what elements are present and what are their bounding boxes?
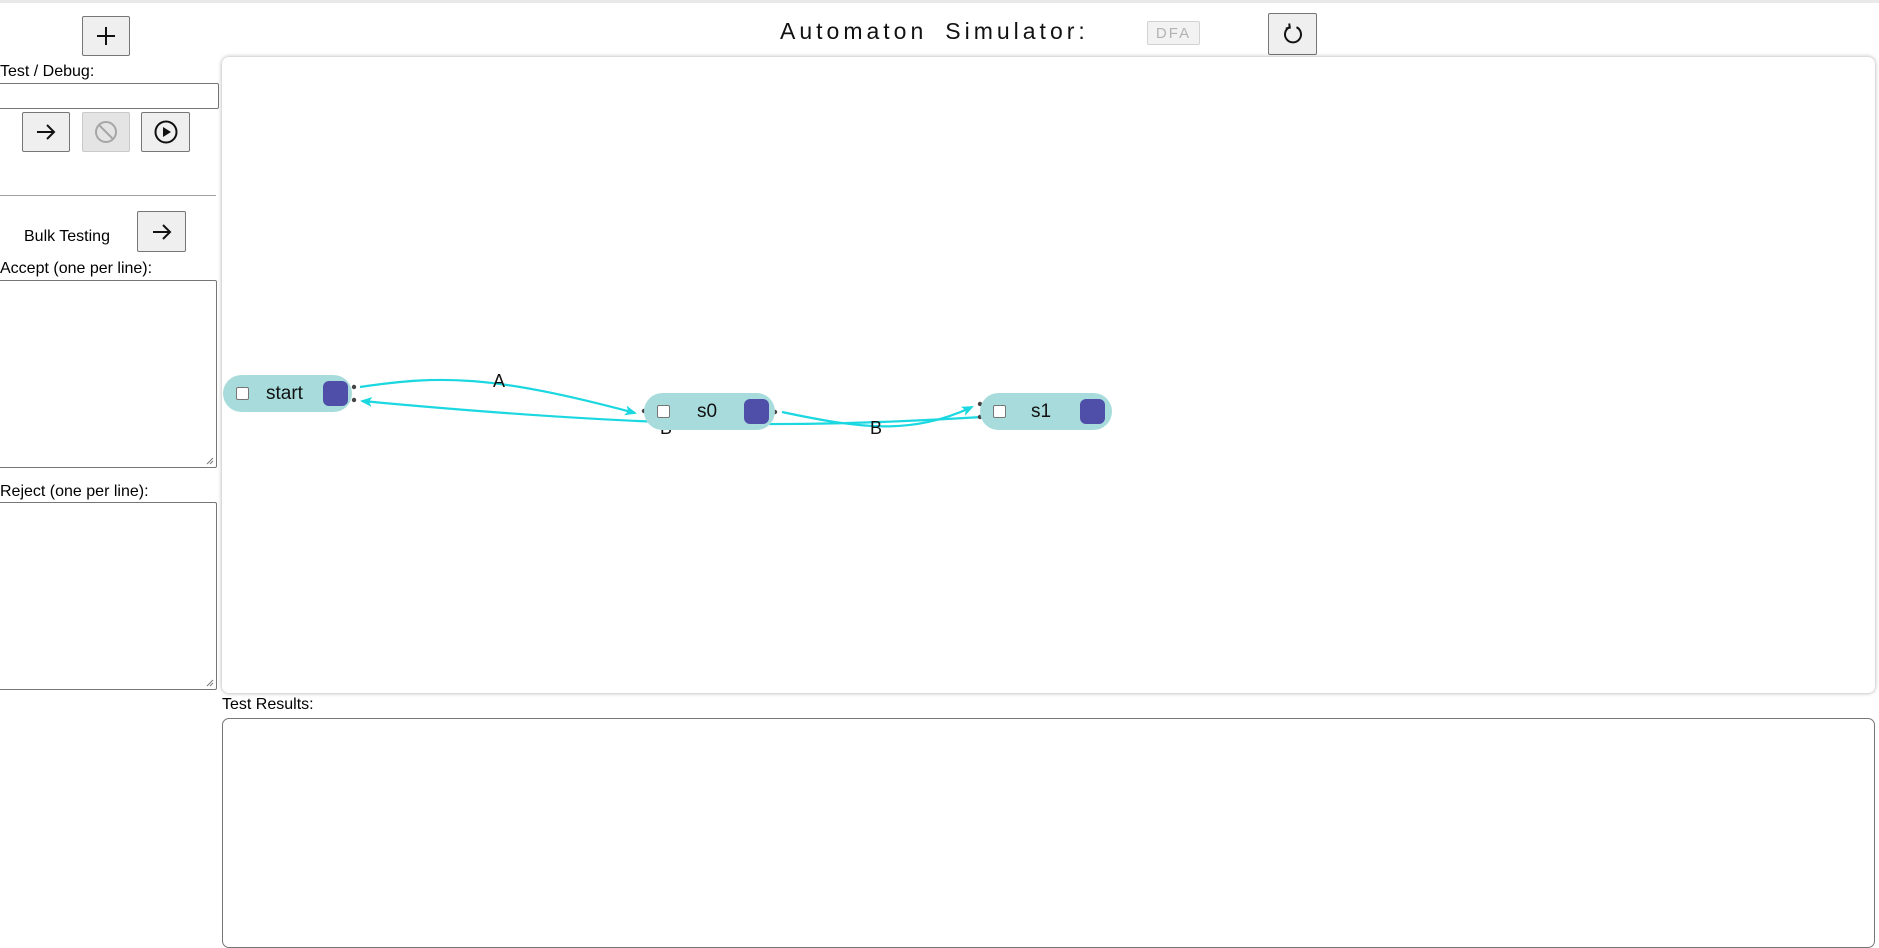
accepting-toggle[interactable] <box>323 381 348 406</box>
accept-textarea[interactable] <box>0 280 217 468</box>
state-node-s1[interactable]: s1 <box>980 393 1112 430</box>
state-name: s0 <box>697 401 718 422</box>
play-button[interactable] <box>141 112 190 152</box>
test-results-label: Test Results: <box>222 696 314 713</box>
arrow-right-icon <box>37 124 56 140</box>
resize-grip-icon[interactable] <box>204 677 214 687</box>
title-word-automaton: Automaton <box>780 18 928 44</box>
cancel-icon <box>95 121 117 143</box>
accepting-toggle[interactable] <box>744 399 769 424</box>
initial-state-checkbox[interactable] <box>993 405 1006 418</box>
reject-label: Reject (one per line): <box>0 483 149 500</box>
arrow-right-icon <box>152 223 171 240</box>
refresh-icon <box>1283 23 1302 44</box>
top-border <box>0 0 1879 3</box>
initial-state-checkbox[interactable] <box>657 405 670 418</box>
add-state-button[interactable] <box>82 16 130 56</box>
accept-label: Accept (one per line): <box>0 260 153 277</box>
play-circle-icon <box>154 120 177 144</box>
sidebar-divider <box>0 195 216 196</box>
test-results-panel <box>222 718 1875 948</box>
resize-grip-icon[interactable] <box>204 455 214 465</box>
page-title: Automaton Simulator: <box>780 18 1089 45</box>
accepting-toggle[interactable] <box>1080 399 1105 424</box>
connector-dot <box>351 397 357 403</box>
initial-state-checkbox[interactable] <box>236 387 249 400</box>
state-name: start <box>266 383 303 404</box>
debug-input[interactable] <box>0 83 219 109</box>
connector-dot <box>351 384 357 390</box>
step-button[interactable] <box>22 112 70 152</box>
bulk-run-button[interactable] <box>137 211 186 252</box>
reset-button[interactable] <box>1268 13 1317 55</box>
bulk-testing-label: Bulk Testing <box>24 228 110 245</box>
transition-layer: A B B <box>351 371 983 438</box>
edge-label-a: A <box>493 371 505 391</box>
state-name: s1 <box>1031 401 1052 422</box>
debug-label: Test / Debug: <box>0 63 95 80</box>
mode-select[interactable]: DFA <box>1147 21 1200 45</box>
edge-label-b-forward: B <box>870 418 882 438</box>
state-node-start[interactable]: start <box>223 375 352 412</box>
state-node-s0[interactable]: s0 <box>644 393 775 430</box>
title-word-simulator: Simulator: <box>945 18 1089 44</box>
stop-button[interactable] <box>82 112 130 152</box>
automaton-canvas[interactable]: A B B start s0 s1 <box>222 57 1875 693</box>
plus-icon <box>97 27 115 45</box>
reject-textarea[interactable] <box>0 502 217 690</box>
